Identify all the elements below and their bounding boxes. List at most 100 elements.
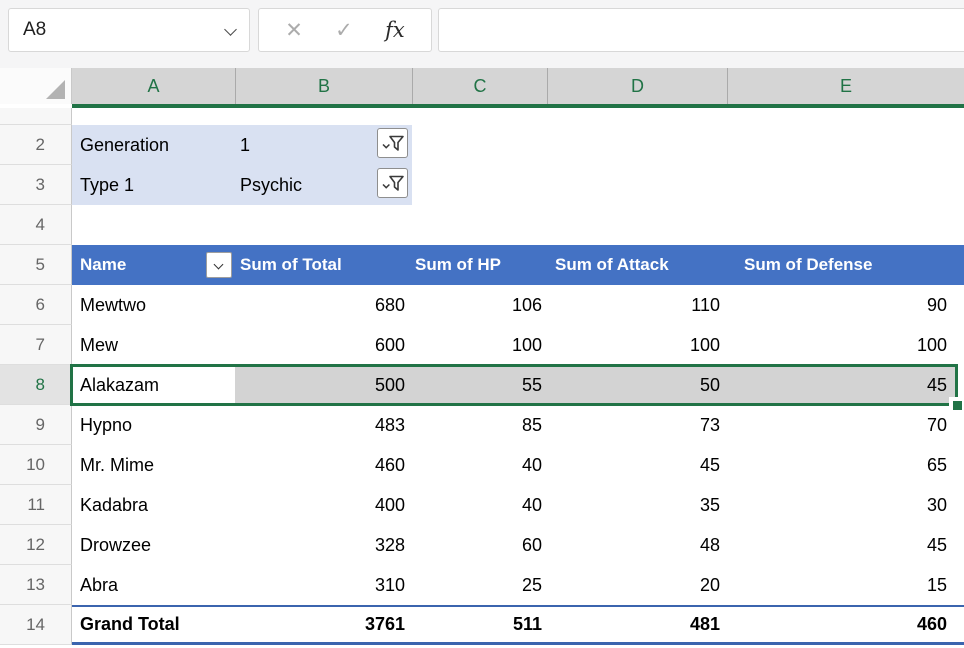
cell-C13-value[interactable]: 25: [412, 565, 547, 605]
cell-B6-value[interactable]: 680: [235, 285, 412, 325]
insert-function-icon[interactable]: fx: [385, 18, 405, 42]
pivot-header-sum-of-total[interactable]: Sum of Total: [235, 245, 412, 285]
column-header-E[interactable]: E: [727, 68, 964, 104]
grand-total-D-value[interactable]: 481: [547, 605, 727, 645]
pivot-header-sum-of-defense[interactable]: Sum of Defense: [727, 245, 964, 285]
row-header-14[interactable]: 14: [0, 605, 72, 645]
cell-B9-value[interactable]: 483: [235, 405, 412, 445]
select-all-triangle-icon: [46, 80, 65, 99]
cell-C9-value[interactable]: 85: [412, 405, 547, 445]
row-header-9[interactable]: 9: [0, 405, 72, 445]
cell-D7-value[interactable]: 100: [547, 325, 727, 365]
grand-total-B-value[interactable]: 3761: [235, 605, 412, 645]
sheet-row-12: 12Drowzee328604845: [0, 525, 964, 565]
pivot-header-sum-of-hp[interactable]: Sum of HP: [412, 245, 547, 285]
cell-D11-value[interactable]: 35: [547, 485, 727, 525]
filter-field-cell-A3[interactable]: Type 1: [72, 165, 235, 205]
row-header-2[interactable]: 2: [0, 125, 72, 165]
name-box[interactable]: A8: [8, 8, 250, 52]
cell-B11-value[interactable]: 400: [235, 485, 412, 525]
filter-field-cell-A2[interactable]: Generation: [72, 125, 235, 165]
empty-cell-D3[interactable]: [547, 165, 727, 205]
cell-D10-value[interactable]: 45: [547, 445, 727, 485]
row-header-10[interactable]: 10: [0, 445, 72, 485]
column-header-D[interactable]: D: [547, 68, 727, 104]
cell-C8-value[interactable]: 55: [412, 365, 547, 405]
cell-E8-value[interactable]: 45: [727, 365, 964, 405]
cell-E9-value[interactable]: 70: [727, 405, 964, 445]
cell-E12-value[interactable]: 45: [727, 525, 964, 565]
cell-D6-value[interactable]: 110: [547, 285, 727, 325]
cell-A13-name[interactable]: Abra: [72, 565, 235, 605]
grand-total-label-cell[interactable]: Grand Total: [72, 605, 235, 645]
row-header-4[interactable]: 4: [0, 205, 72, 245]
row-header-11[interactable]: 11: [0, 485, 72, 525]
sheet-row-2: 2Generation1: [0, 125, 964, 165]
sheet-row-6: 6Mewtwo68010611090: [0, 285, 964, 325]
cell-E13-value[interactable]: 15: [727, 565, 964, 605]
empty-row-1[interactable]: [72, 108, 964, 125]
cell-D13-value[interactable]: 20: [547, 565, 727, 605]
row-header-3[interactable]: 3: [0, 165, 72, 205]
cell-D8-value[interactable]: 50: [547, 365, 727, 405]
cell-A7-name[interactable]: Mew: [72, 325, 235, 365]
row-header-12[interactable]: 12: [0, 525, 72, 565]
cell-A8-name[interactable]: Alakazam: [72, 365, 235, 405]
grand-total-E-value[interactable]: 460: [727, 605, 964, 645]
cell-B12-value[interactable]: 328: [235, 525, 412, 565]
empty-cell-E2[interactable]: [727, 125, 964, 165]
sheet-row-1: 1: [0, 108, 964, 125]
empty-cell-D2[interactable]: [547, 125, 727, 165]
filter-button-type-1[interactable]: [377, 168, 408, 198]
column-header-C[interactable]: C: [412, 68, 547, 104]
cell-C12-value[interactable]: 60: [412, 525, 547, 565]
empty-row-4[interactable]: [72, 205, 964, 245]
column-header-row: ABCDE: [0, 68, 964, 104]
cell-E7-value[interactable]: 100: [727, 325, 964, 365]
cell-A10-name[interactable]: Mr. Mime: [72, 445, 235, 485]
column-header-A[interactable]: A: [72, 68, 235, 104]
column-header-B[interactable]: B: [235, 68, 412, 104]
cell-A9-name[interactable]: Hypno: [72, 405, 235, 445]
cell-D9-value[interactable]: 73: [547, 405, 727, 445]
cell-C10-value[interactable]: 40: [412, 445, 547, 485]
pivot-header-name[interactable]: Name: [72, 245, 235, 285]
filter-value-cell-B3[interactable]: Psychic: [235, 165, 412, 205]
filter-button-generation[interactable]: [377, 128, 408, 158]
cell-B10-value[interactable]: 460: [235, 445, 412, 485]
cancel-icon[interactable]: ✕: [285, 18, 303, 43]
cell-E6-value[interactable]: 90: [727, 285, 964, 325]
cell-E10-value[interactable]: 65: [727, 445, 964, 485]
formula-toolbar: A8 ✕ ✓ fx: [0, 0, 964, 68]
name-box-chevron-down-icon[interactable]: [224, 23, 237, 36]
cell-A6-name[interactable]: Mewtwo: [72, 285, 235, 325]
row-header-5[interactable]: 5: [0, 245, 72, 285]
empty-cell-C2[interactable]: [412, 125, 547, 165]
row-header-7[interactable]: 7: [0, 325, 72, 365]
select-all-button[interactable]: [0, 68, 72, 104]
empty-cell-E3[interactable]: [727, 165, 964, 205]
cell-A12-name[interactable]: Drowzee: [72, 525, 235, 565]
cell-B8-value[interactable]: 500: [235, 365, 412, 405]
pivot-header-sum-of-attack[interactable]: Sum of Attack: [547, 245, 727, 285]
cell-grid: 12Generation13Type 1Psychic45NameSum of …: [0, 108, 964, 645]
formula-bar-input[interactable]: [438, 8, 964, 52]
cell-C6-value[interactable]: 106: [412, 285, 547, 325]
row-header-8[interactable]: 8: [0, 365, 72, 405]
cell-C11-value[interactable]: 40: [412, 485, 547, 525]
grand-total-C-value[interactable]: 511: [412, 605, 547, 645]
cell-D12-value[interactable]: 48: [547, 525, 727, 565]
cell-C7-value[interactable]: 100: [412, 325, 547, 365]
cell-E11-value[interactable]: 30: [727, 485, 964, 525]
row-header-13[interactable]: 13: [0, 565, 72, 605]
cell-B7-value[interactable]: 600: [235, 325, 412, 365]
empty-cell-C3[interactable]: [412, 165, 547, 205]
row-header-6[interactable]: 6: [0, 285, 72, 325]
row-header-1[interactable]: 1: [0, 108, 72, 125]
filter-value-cell-B2[interactable]: 1: [235, 125, 412, 165]
excel-window: A8 ✕ ✓ fx ABCDE 12Generation13Type 1Psyc…: [0, 0, 964, 648]
cell-A11-name[interactable]: Kadabra: [72, 485, 235, 525]
name-filter-dropdown-button[interactable]: [206, 252, 232, 278]
enter-icon[interactable]: ✓: [335, 18, 353, 43]
cell-B13-value[interactable]: 310: [235, 565, 412, 605]
